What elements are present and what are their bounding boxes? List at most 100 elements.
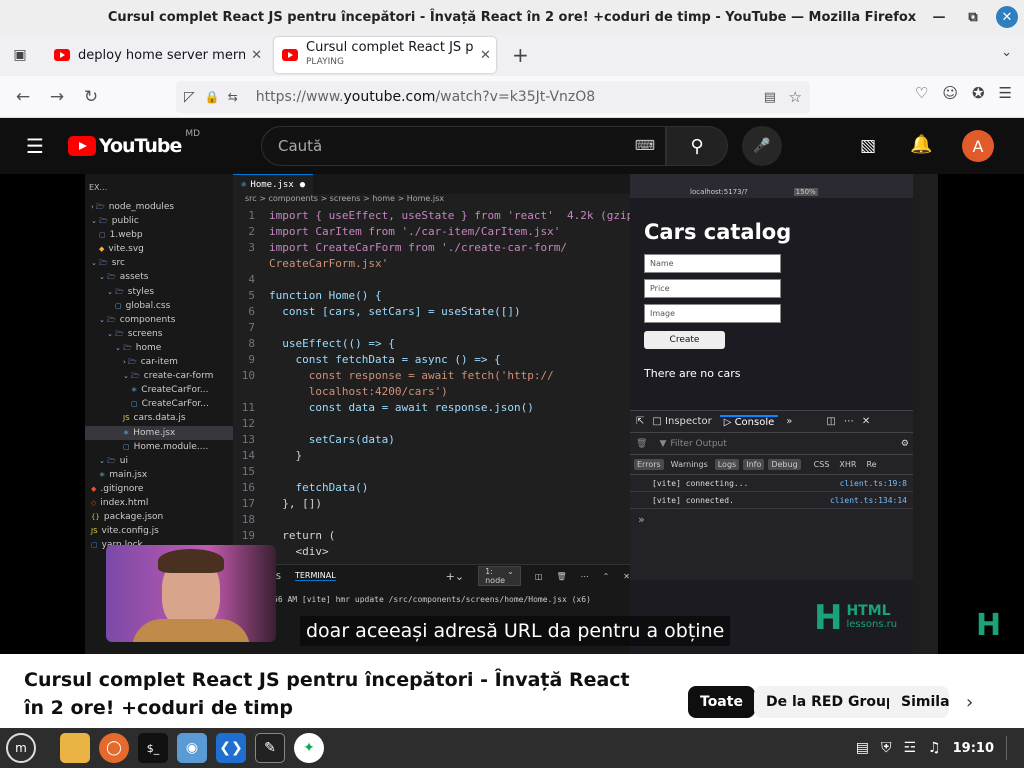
explorer-item[interactable]: JS vite.config.js [85,524,233,538]
explorer-item[interactable]: ⚛ main.jsx [85,468,233,482]
explorer-item[interactable]: ⌄ 🗁 assets [85,270,233,284]
explorer-item[interactable]: ▢ CreateCarFor... [85,397,233,411]
address-bar[interactable]: ◸ 🔒 ⇆ https://www. youtube.com/watch?v=k3… [176,81,810,113]
show-desktop[interactable] [1006,736,1014,760]
overflow-menu-icon[interactable]: ⋯ [844,416,854,427]
explorer-item[interactable]: JS cars.data.js [85,411,233,425]
notifications-bell-icon[interactable]: 🔔 [910,134,932,155]
pocket-icon[interactable]: ♡ [915,84,928,102]
list-tabs-chevron-down-icon[interactable]: ⌄ [1001,45,1012,60]
code-line[interactable]: 12 [233,416,630,432]
code-line[interactable]: 9 const fetchData = async () => { [233,352,630,368]
music-note-icon[interactable]: ♫ [928,740,941,756]
code-line[interactable]: 7 [233,320,630,336]
code-line[interactable]: 2 import CarItem from './car-item/CarItem… [233,224,630,240]
console-tab[interactable]: ▷ Console [719,415,779,428]
create-button[interactable]: Create [644,331,725,349]
code-line[interactable]: 1 import { useEffect, useState } from 're… [233,208,659,224]
reload-icon[interactable]: ↻ [74,82,108,112]
extensions-puzzle-icon[interactable]: ✪ [972,84,985,102]
vscode-icon[interactable]: ❮❯ [216,733,246,763]
mongodb-compass-icon[interactable]: ✦ [294,733,324,763]
explorer-item[interactable]: ⌄ 🗁 home [85,341,233,355]
tab-react-course[interactable]: Cursul complet React JS pen PLAYING ✕ [274,37,496,73]
shield-icon[interactable]: ⛨ [881,740,892,756]
code-line[interactable]: 19 return ( [233,528,630,544]
log-level-debug[interactable]: Debug [768,459,801,470]
explorer-item[interactable]: ⌄ 🗁 src [85,256,233,270]
chips-next-chevron-icon[interactable]: › [966,692,973,713]
log-source-link[interactable]: client.ts:19:8 [840,479,907,488]
maximize-panel-icon[interactable]: ⌃ [603,572,610,581]
voice-search-button[interactable]: 🎤 [742,126,782,166]
terminal-select[interactable]: 1: node ⌄ [478,566,521,586]
more-icon[interactable]: ⋯ [581,572,589,581]
code-line[interactable]: 18 [233,512,630,528]
code-line[interactable]: 15 [233,464,630,480]
explorer-item[interactable]: ◆ vite.svg [85,242,233,256]
update-manager-icon[interactable]: ▤ [856,740,869,756]
explorer-item[interactable]: › 🗁 car-item [85,355,233,369]
create-video-icon[interactable]: ▧ [860,136,876,156]
channel-watermark-icon[interactable]: H [976,608,1001,643]
inspector-tab[interactable]: □ Inspector [652,416,711,427]
explorer-item[interactable]: ◆ .gitignore [85,482,233,496]
preview-input-name[interactable]: Name [644,254,781,273]
guide-menu-icon[interactable]: ☰ [26,134,44,158]
explorer-item[interactable]: ⚛ Home.jsx [85,425,233,440]
close-window-button[interactable]: ✕ [996,6,1018,28]
trash-icon[interactable]: 🗑 [636,439,647,449]
terminal-tab[interactable]: TERMINAL [294,571,336,581]
code-line[interactable]: localhost:4200/cars') [233,384,630,400]
add-terminal-icon[interactable]: +⌄ [446,570,464,583]
explorer-item[interactable]: ◇ index.html [85,496,233,510]
inspect-picker-icon[interactable]: ⇱ [636,416,644,427]
youtube-logo[interactable]: YouTube MD [67,129,200,157]
close-tab-icon[interactable]: ✕ [480,48,491,63]
explorer-item[interactable]: ⌄ 🗁 styles [85,285,233,299]
filter-output-input[interactable]: 🗑 ▼ Filter Output ⚙ [630,433,913,455]
menu-hamburger-icon[interactable]: ☰ [999,84,1012,102]
console-log-entry[interactable]: [vite] connecting... client.ts:19:8 [630,475,913,492]
wifi-icon[interactable]: ☲ [903,740,916,756]
firefox-view-icon[interactable]: ▣ [0,47,40,63]
permissions-icon[interactable]: ⇆ [228,90,238,104]
code-line[interactable]: 20 <div> [233,544,630,560]
console-prompt-icon[interactable]: » [630,513,913,526]
more-tabs-icon[interactable]: » [786,416,792,427]
search-input[interactable]: Caută ⌨ [261,126,666,166]
new-tab-button[interactable]: + [512,43,529,67]
account-icon[interactable]: ☺ [942,84,958,102]
log-level-css[interactable]: CSS [811,459,833,470]
terminal-icon[interactable]: $_ [138,733,168,763]
code-line[interactable]: 5 function Home() { [233,288,630,304]
explorer-item[interactable]: ⌄ 🗁 screens [85,327,233,341]
explorer-item[interactable]: {} package.json [85,510,233,524]
log-level-warnings[interactable]: Warnings [668,459,711,470]
editor-tab[interactable]: ⚛ Home.jsx ● [233,174,314,194]
code-line[interactable]: 10 const response = await fetch('http:// [233,368,630,384]
chip-all[interactable]: Toate [688,686,755,718]
chip-from-red-group[interactable]: De la RED Group [754,686,908,718]
maximize-button[interactable]: ⧉ [962,6,984,28]
log-level-logs[interactable]: Logs [714,459,740,470]
preview-input-price[interactable]: Price [644,279,781,298]
code-line[interactable]: 3 import CreateCarForm from './create-car… [233,240,630,256]
code-line[interactable]: 11 const data = await response.json() [233,400,630,416]
code-line[interactable]: 8 useEffect(() => { [233,336,630,352]
log-level-re[interactable]: Re [863,459,879,470]
shield-icon[interactable]: ◸ [184,89,195,105]
code-line[interactable]: 4 [233,272,630,288]
mint-menu-icon[interactable]: m [6,733,36,763]
bookmark-star-icon[interactable]: ☆ [789,88,802,106]
console-log-entry[interactable]: [vite] connected. client.ts:134:14 [630,492,913,509]
dock-icon[interactable]: ◫ [826,416,835,427]
tab-deploy-home-server[interactable]: deploy home server mern - ✕ [46,38,270,72]
explorer-item[interactable]: ⌄ 🗁 ui [85,454,233,468]
back-arrow-icon[interactable]: ← [6,82,40,112]
code-line[interactable]: 17 }, []) [233,496,630,512]
split-terminal-icon[interactable]: ◫ [535,572,543,581]
explorer-item[interactable]: ⌄ 🗁 public [85,214,233,228]
log-level-errors[interactable]: Errors [634,459,664,470]
preview-input-image[interactable]: Image [644,304,781,323]
